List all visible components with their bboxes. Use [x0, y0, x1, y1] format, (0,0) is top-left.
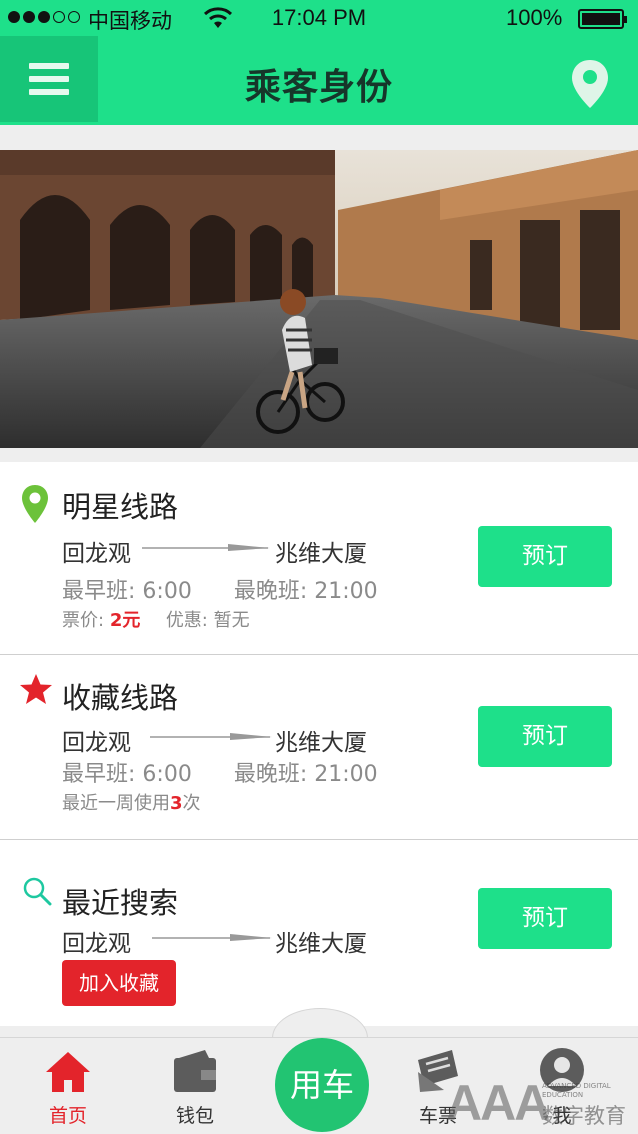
route-from: 回龙观 [62, 730, 131, 756]
earliest-label: 最早班: [62, 579, 136, 604]
watermark-line: ADVANCED DIGITAL [542, 1082, 611, 1090]
earliest-time: 6:00 [142, 579, 192, 604]
discount-label: 优惠: [165, 610, 208, 631]
tab-home[interactable]: 首页 [18, 1038, 118, 1134]
route-from: 回龙观 [62, 541, 131, 567]
book-button[interactable]: 预订 [478, 706, 612, 767]
usage-prefix: 最近一周使用 [62, 793, 170, 814]
watermark-logo: AAA ADVANCED DIGITAL EDUCATION 数字教育 [446, 1076, 638, 1134]
discount-value: 暂无 [213, 610, 250, 631]
watermark-line: EDUCATION [542, 1091, 584, 1099]
banner-photo[interactable] [0, 150, 638, 448]
price-value: 2元 [109, 610, 141, 631]
map-pin-icon[interactable] [570, 58, 610, 110]
home-icon [46, 1052, 90, 1092]
tab-label: 钱包 [175, 1105, 214, 1127]
recent-search-card: 最近搜索 回龙观 兆维大厦 加入收藏 预订 [0, 840, 638, 1026]
route-arrow-icon [152, 934, 272, 941]
route-arrow-icon [142, 544, 270, 551]
wallet-icon [174, 1050, 216, 1092]
page-title: 乘客身份 [244, 67, 393, 108]
route-to: 兆维大厦 [275, 931, 367, 957]
route-arrow-icon [150, 733, 272, 740]
status-bar: 中国移动 17:04 PM 100% [0, 0, 638, 36]
tab-label: 首页 [48, 1105, 87, 1127]
battery-percent: 100% [506, 5, 563, 30]
route: 回龙观 兆维大厦 [62, 924, 402, 958]
nav-bar: 乘客身份 [0, 36, 638, 125]
search-icon [23, 877, 52, 906]
card-title: 最近搜索 [62, 886, 179, 920]
ride-button[interactable]: 用车 [275, 1038, 369, 1132]
card-title: 明星线路 [62, 490, 179, 524]
earliest-label: 最早班: [62, 762, 136, 787]
latest-time: 21:00 [314, 762, 378, 787]
route: 回龙观 兆维大厦 [62, 723, 402, 757]
star-icon [20, 674, 52, 704]
usage-suffix: 次 [182, 793, 201, 814]
add-favorite-button[interactable]: 加入收藏 [62, 960, 176, 1006]
latest-label: 最晚班: [233, 579, 308, 604]
battery-icon [578, 9, 627, 29]
book-button[interactable]: 预订 [478, 526, 612, 587]
watermark-chinese: 数字教育 [542, 1104, 626, 1128]
watermark-english: ADVANCED DIGITAL EDUCATION [542, 1082, 638, 1100]
usage-count: 3 [170, 793, 183, 814]
schedule: 最早班: 6:00 最晚班: 21:00 [62, 756, 378, 788]
route: 回龙观 兆维大厦 [62, 534, 402, 568]
route-to: 兆维大厦 [275, 730, 367, 756]
book-button[interactable]: 预订 [478, 888, 612, 949]
tab-wallet[interactable]: 钱包 [145, 1038, 245, 1134]
route-from: 回龙观 [62, 931, 131, 957]
earliest-time: 6:00 [142, 762, 192, 787]
usage-info: 最近一周使用3次 [62, 789, 201, 815]
price-info: 票价: 2元 优惠: 暂无 [62, 606, 250, 632]
watermark-mark: AAA [446, 1075, 550, 1131]
favorite-route-card: 收藏线路 回龙观 兆维大厦 最早班: 6:00 最晚班: 21:00 最近一周使… [0, 655, 638, 839]
map-pin-icon [22, 485, 48, 523]
latest-label: 最晚班: [233, 762, 308, 787]
schedule: 最早班: 6:00 最晚班: 21:00 [62, 573, 378, 605]
card-title: 收藏线路 [62, 681, 179, 715]
star-route-card: 明星线路 回龙观 兆维大厦 最早班: 6:00 最晚班: 21:00 票价: 2… [0, 462, 638, 654]
route-to: 兆维大厦 [275, 541, 367, 567]
latest-time: 21:00 [314, 579, 378, 604]
price-label: 票价: [62, 610, 105, 631]
